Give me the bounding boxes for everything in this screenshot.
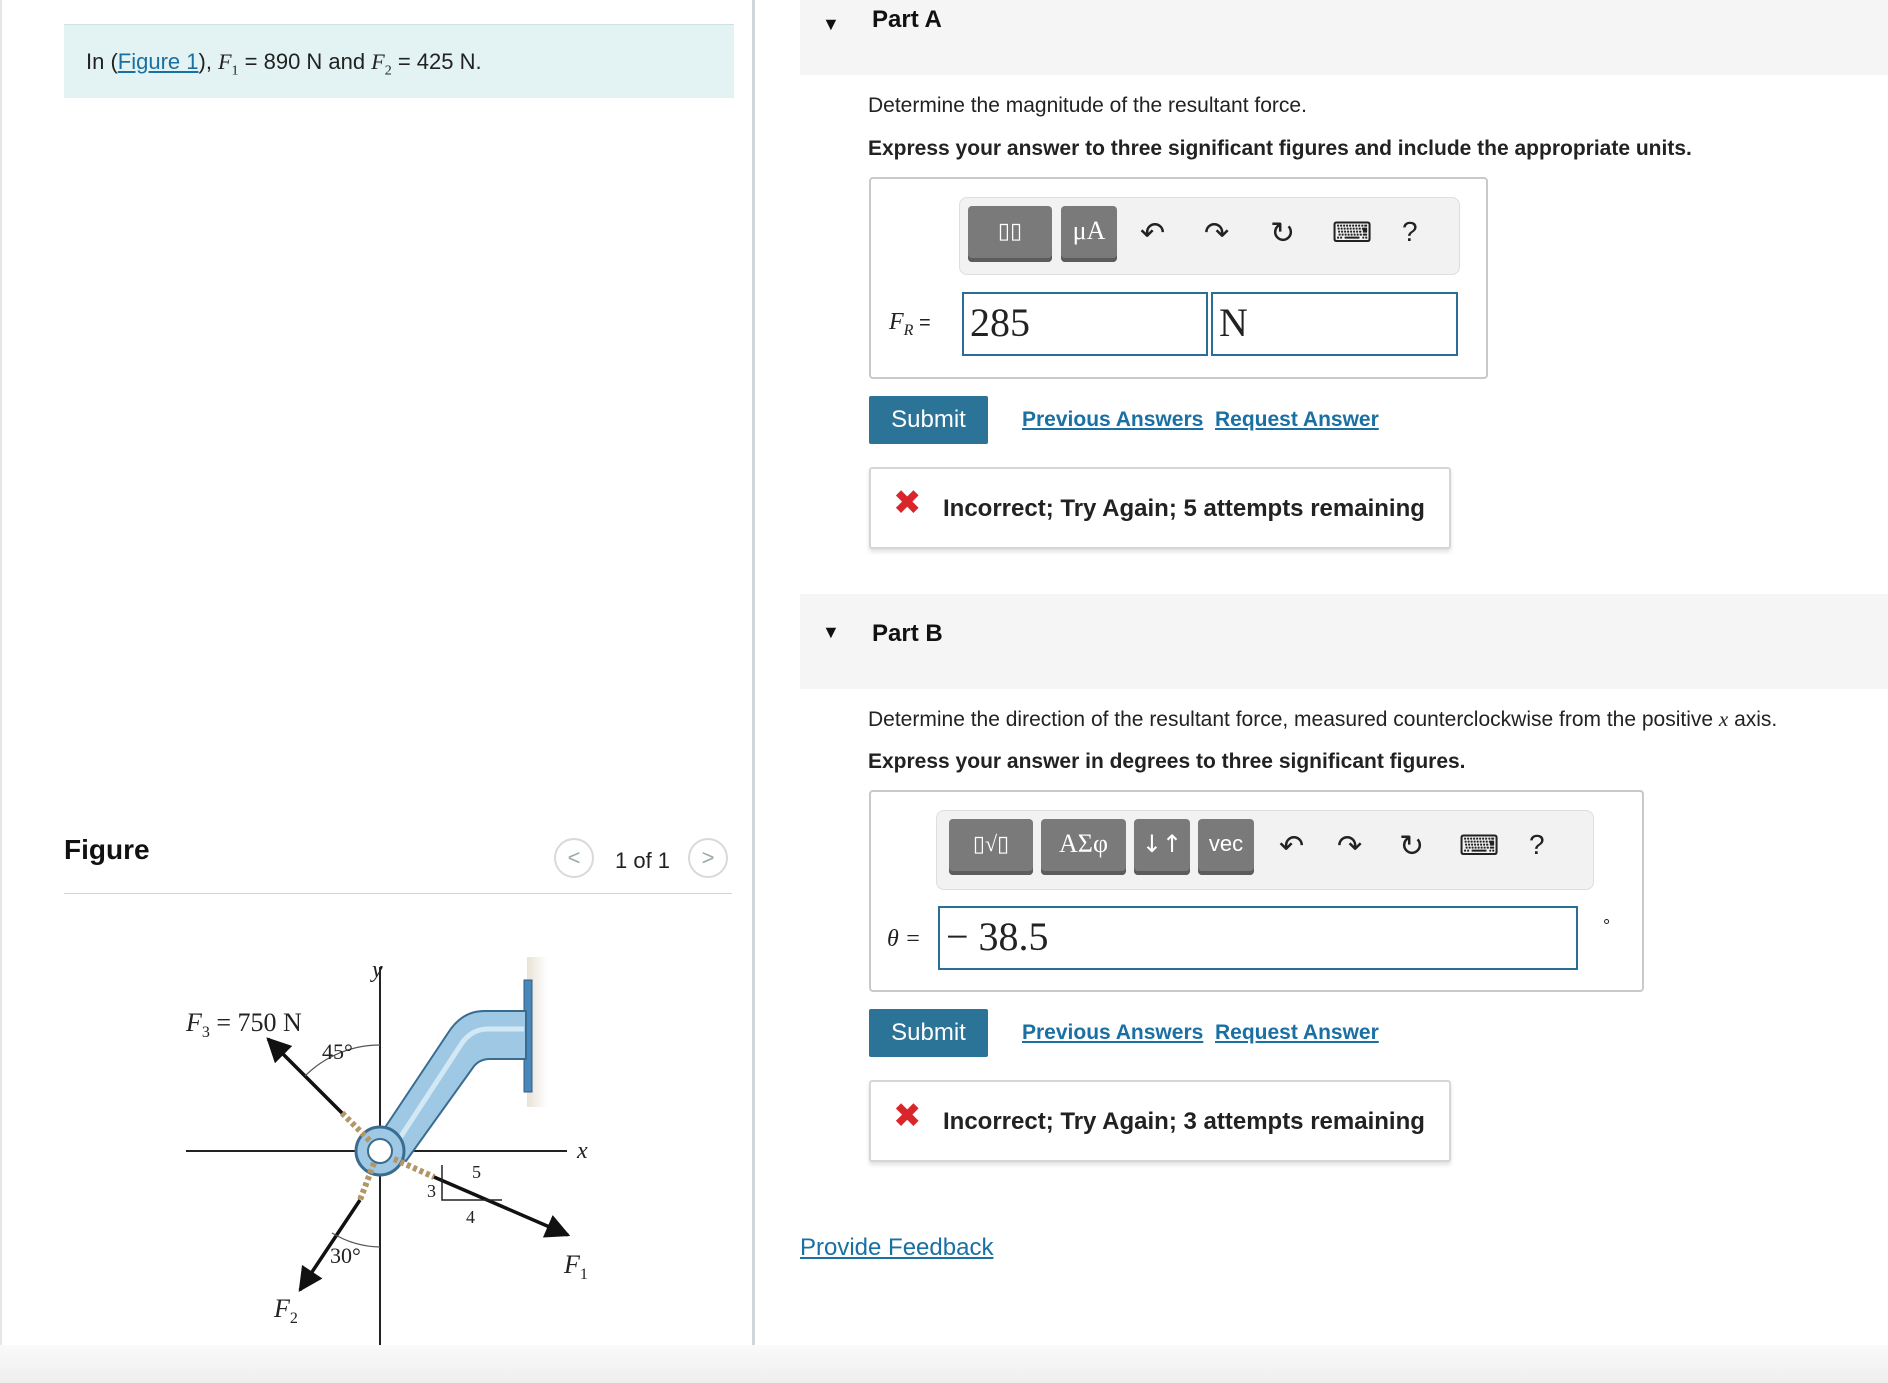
- part-b-answer-label: θ =: [887, 926, 921, 952]
- part-a-header[interactable]: ▼ Part A: [800, 0, 1888, 75]
- x-axis-label: x: [576, 1138, 588, 1164]
- chevron-left-icon: <: [567, 845, 581, 870]
- collapse-caret-icon: ▼: [822, 14, 840, 34]
- ring-hole: [367, 1138, 393, 1164]
- problem-statement: In (Figure 1), F1 = 890 N and F2 = 425 N…: [64, 24, 734, 98]
- part-a-question: Determine the magnitude of the resultant…: [868, 94, 1307, 117]
- undo-icon[interactable]: ↶: [1140, 216, 1165, 251]
- keyboard-icon[interactable]: ⌨: [1332, 216, 1372, 249]
- f1-arrow: [433, 1175, 571, 1238]
- part-a-submit-button[interactable]: Submit: [869, 396, 988, 444]
- part-a-request-answer-link[interactable]: Request Answer: [1215, 408, 1379, 432]
- part-b-header[interactable]: ▼ Part B: [800, 594, 1888, 689]
- help-icon[interactable]: ?: [1529, 829, 1545, 861]
- f1-value: = 890 N: [238, 49, 323, 74]
- figure-prev-button[interactable]: <: [554, 838, 594, 878]
- problem-prefix: In (: [86, 49, 118, 74]
- part-b-feedback-message: Incorrect; Try Again; 3 attempts remaini…: [943, 1108, 1425, 1135]
- template-sqrt-button[interactable]: ▯√▯: [949, 819, 1033, 875]
- part-a-title: Part A: [872, 6, 942, 33]
- part-a-answer-panel: ▯▯ μA ↶ ↷ ↻ ⌨ ? FR = 285 N: [869, 177, 1488, 379]
- f1-symbol: F: [218, 49, 232, 74]
- f1-label: F1: [563, 1250, 588, 1283]
- part-b-title: Part B: [872, 620, 943, 647]
- error-x-icon: ✖: [893, 1097, 922, 1135]
- part-a-feedback: ✖ Incorrect; Try Again; 5 attempts remai…: [869, 467, 1451, 549]
- collapse-caret-icon: ▼: [822, 622, 840, 642]
- provide-feedback-link[interactable]: Provide Feedback: [800, 1234, 993, 1262]
- undo-icon[interactable]: ↶: [1279, 829, 1304, 864]
- reset-icon[interactable]: ↻: [1399, 829, 1424, 864]
- chevron-right-icon: >: [701, 845, 715, 870]
- figure-divider: [64, 893, 732, 894]
- error-x-icon: ✖: [893, 484, 922, 522]
- f2-label: F2: [273, 1294, 298, 1327]
- f3-label: F3 = 750 N: [185, 1008, 302, 1041]
- part-a-previous-answers-link[interactable]: Previous Answers: [1022, 408, 1203, 432]
- pane-divider[interactable]: [752, 0, 755, 1383]
- part-b-feedback: ✖ Incorrect; Try Again; 3 attempts remai…: [869, 1080, 1451, 1162]
- redo-icon[interactable]: ↷: [1337, 829, 1362, 864]
- part-a-value-input[interactable]: 285: [962, 292, 1208, 356]
- part-a-instruction: Express your answer to three significant…: [868, 137, 1692, 160]
- redo-icon[interactable]: ↷: [1204, 216, 1229, 251]
- angle-45-label: 45°: [322, 1039, 353, 1064]
- part-b-instruction: Express your answer in degrees to three …: [868, 750, 1466, 773]
- part-b-answer-panel: ▯√▯ ΑΣφ ↓↑ vec ↶ ↷ ↻ ⌨ ? θ = − 38.5 °: [869, 790, 1644, 992]
- f2-symbol: F: [371, 49, 385, 74]
- triangle-4-label: 4: [466, 1207, 475, 1227]
- figure-link[interactable]: Figure 1: [118, 49, 199, 74]
- force-diagram: y x F3 = 750 N 45° 30° 3 4 5 F1 F2: [185, 957, 588, 1347]
- keyboard-icon[interactable]: ⌨: [1459, 829, 1499, 862]
- help-icon[interactable]: ?: [1402, 216, 1418, 248]
- figure-title: Figure: [64, 834, 150, 865]
- figure-next-button[interactable]: >: [688, 838, 728, 878]
- triangle-5-label: 5: [472, 1162, 481, 1182]
- reset-icon[interactable]: ↻: [1270, 216, 1295, 251]
- part-b-request-answer-link[interactable]: Request Answer: [1215, 1021, 1379, 1045]
- part-a-answer-label: FR =: [889, 309, 931, 339]
- y-axis-label: y: [370, 957, 383, 983]
- problem-suffix: ),: [198, 49, 219, 74]
- and-text: and: [322, 49, 372, 74]
- part-b-question: Determine the direction of the resultant…: [868, 707, 1778, 731]
- part-b-unit: °: [1603, 916, 1611, 936]
- f2-subscript: 2: [384, 63, 392, 79]
- part-b-toolbar: ▯√▯ ΑΣφ ↓↑ vec ↶ ↷ ↻ ⌨ ?: [936, 810, 1594, 890]
- bottom-bar: [0, 1345, 1888, 1383]
- f1-subscript: 1: [231, 63, 239, 79]
- part-a-unit-input[interactable]: N: [1211, 292, 1458, 356]
- vec-button[interactable]: vec: [1198, 819, 1254, 875]
- part-a-feedback-message: Incorrect; Try Again; 5 attempts remaini…: [943, 495, 1425, 522]
- greek-button[interactable]: ΑΣφ: [1041, 819, 1126, 875]
- f2-value: = 425 N.: [391, 49, 482, 74]
- figure-counter: 1 of 1: [615, 848, 671, 873]
- template-button[interactable]: ▯▯: [968, 206, 1052, 262]
- part-b-previous-answers-link[interactable]: Previous Answers: [1022, 1021, 1203, 1045]
- problem-pane: In (Figure 1), F1 = 890 N and F2 = 425 N…: [0, 0, 756, 1383]
- arrows-button[interactable]: ↓↑: [1134, 819, 1190, 875]
- part-a-toolbar: ▯▯ μA ↶ ↷ ↻ ⌨ ?: [959, 197, 1460, 275]
- part-b-value-input[interactable]: − 38.5: [938, 906, 1578, 970]
- units-button[interactable]: μA: [1061, 206, 1117, 262]
- triangle-3-label: 3: [427, 1181, 436, 1201]
- part-b-submit-button[interactable]: Submit: [869, 1009, 988, 1057]
- angle-30-label: 30°: [330, 1243, 361, 1268]
